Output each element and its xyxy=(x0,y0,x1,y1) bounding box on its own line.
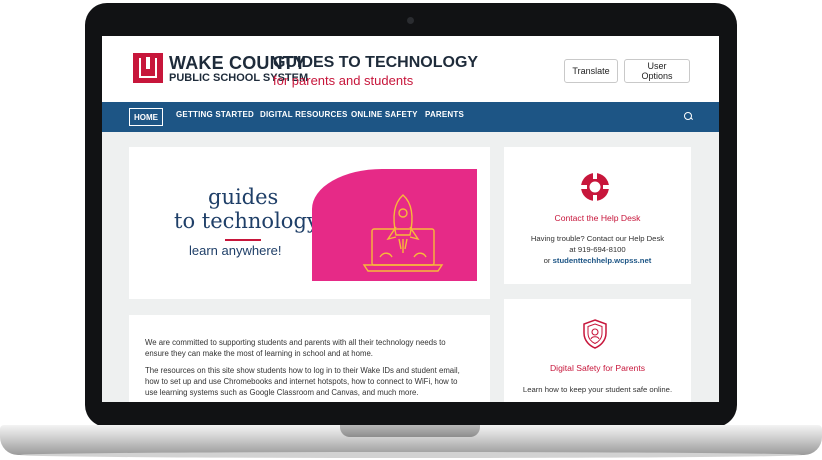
banner-line-3: learn anywhere! xyxy=(189,243,282,258)
browser-viewport: WAKE COUNTY PUBLIC SCHOOL SYSTEM GUIDES … xyxy=(102,36,719,402)
lifebuoy-icon xyxy=(581,173,609,201)
main-nav: HOME GETTING STARTED DIGITAL RESOURCES O… xyxy=(102,102,719,132)
help-desk-line-3: or studenttechhelp.wcpss.net xyxy=(504,255,691,266)
nav-item-home[interactable]: HOME xyxy=(129,108,163,126)
help-desk-card[interactable]: Contact the Help Desk Having trouble? Co… xyxy=(504,147,691,284)
search-icon[interactable] xyxy=(684,112,692,120)
nav-item-parents[interactable]: PARENTS xyxy=(425,110,464,119)
banner-divider xyxy=(225,239,261,241)
help-desk-or: or xyxy=(543,256,553,265)
user-options-button[interactable]: User Options xyxy=(624,59,690,83)
safety-text: Learn how to keep your student safe onli… xyxy=(522,385,673,394)
banner-line-1: guides xyxy=(208,185,279,209)
help-desk-phone: at 919-694-8100 xyxy=(569,245,626,254)
translate-button[interactable]: Translate xyxy=(564,59,618,83)
intro-card: We are committed to supporting students … xyxy=(129,315,490,402)
shield-icon xyxy=(583,319,607,349)
rocket-laptop-icon xyxy=(362,194,444,272)
banner-card: guides to technology learn anywhere! xyxy=(129,147,490,299)
site-subtitle: for parents and students xyxy=(273,73,414,88)
help-desk-heading[interactable]: Contact the Help Desk xyxy=(504,213,691,223)
digital-safety-card[interactable]: Digital Safety for Parents Learn how to … xyxy=(504,299,691,402)
intro-paragraph-1: We are committed to supporting students … xyxy=(145,338,446,358)
safety-heading[interactable]: Digital Safety for Parents xyxy=(504,363,691,373)
nav-item-getting-started[interactable]: GETTING STARTED xyxy=(176,110,254,119)
help-desk-line-1: Having trouble? Contact our Help Desk xyxy=(530,234,665,243)
webcam xyxy=(407,17,414,24)
site-header: WAKE COUNTY PUBLIC SCHOOL SYSTEM GUIDES … xyxy=(102,36,719,102)
help-desk-link[interactable]: studenttechhelp.wcpss.net xyxy=(553,256,652,265)
laptop-notch xyxy=(340,425,480,437)
site-title[interactable]: GUIDES TO TECHNOLOGY xyxy=(273,54,478,72)
nav-item-digital-resources[interactable]: DIGITAL RESOURCES xyxy=(260,110,348,119)
wcpss-logo-icon[interactable] xyxy=(133,53,163,83)
nav-item-online-safety[interactable]: ONLINE SAFETY xyxy=(351,110,418,119)
laptop-shadow xyxy=(20,452,802,458)
banner-line-2: to technology xyxy=(174,209,319,233)
intro-paragraph-2: The resources on this site show students… xyxy=(145,366,460,397)
